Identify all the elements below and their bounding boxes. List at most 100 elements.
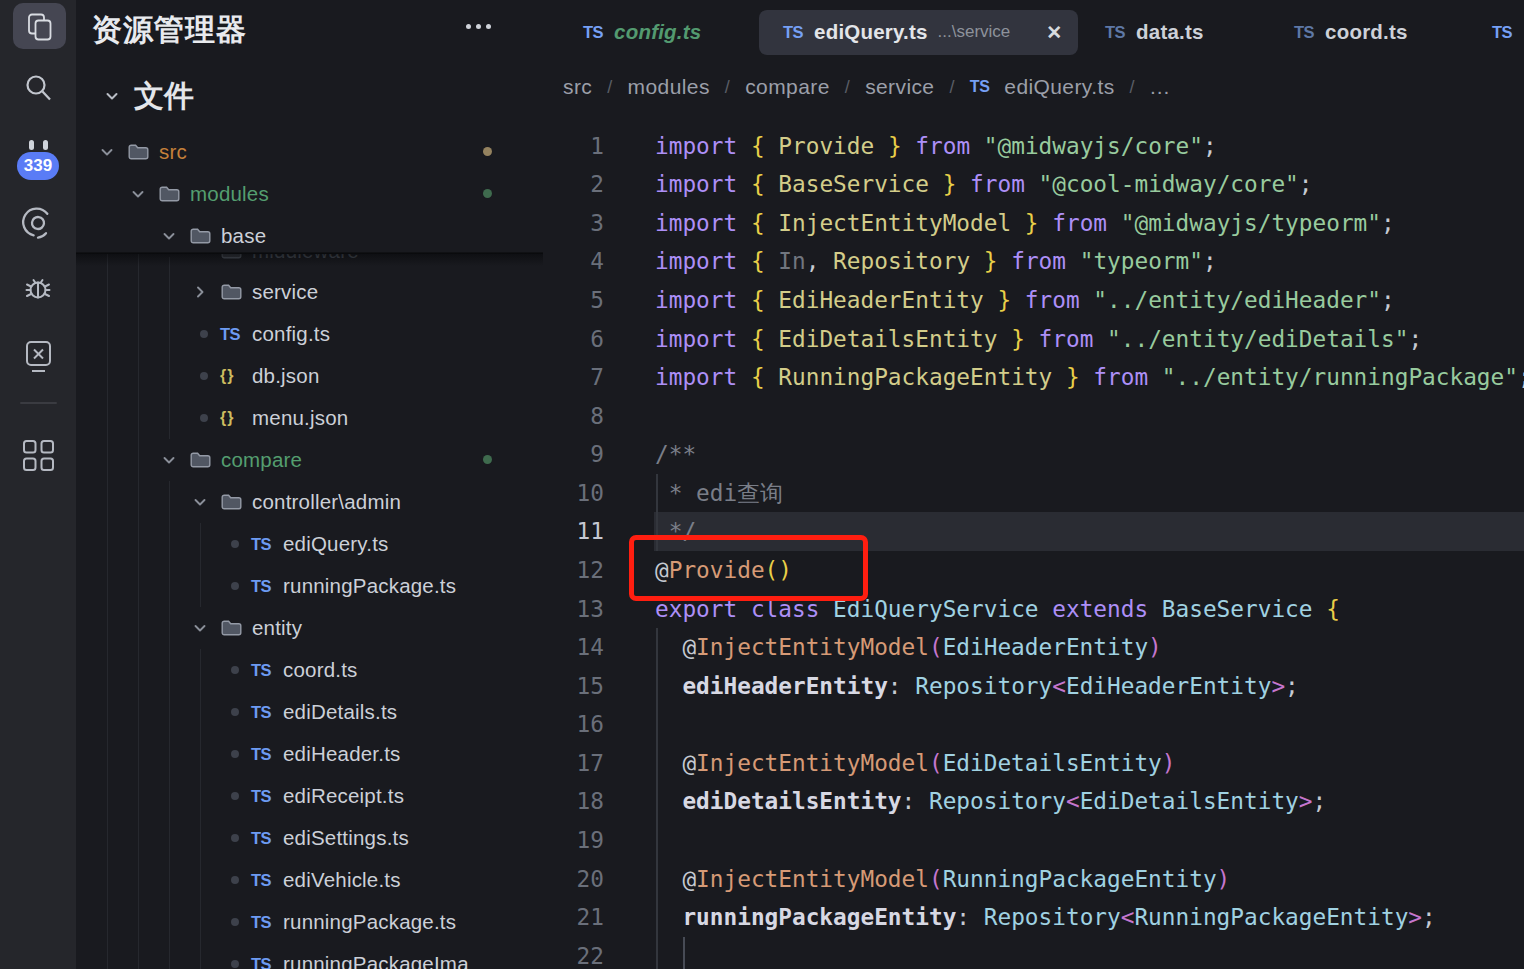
debug-bug-icon[interactable] (21, 272, 55, 306)
tree-file-ediDetails.ts[interactable]: TSediDetails.ts (76, 691, 543, 733)
ts-icon: TS (1105, 23, 1125, 42)
tab-label: ediQuery.ts (814, 20, 927, 44)
tree-folder-src[interactable]: src (76, 131, 543, 173)
line-number: 4 (543, 242, 604, 281)
ts-icon: TS (583, 23, 603, 42)
modified-dot (231, 582, 239, 590)
tree-item-label: base (221, 215, 266, 257)
code-text: @InjectEntityModel(EdiDetailsEntity) (655, 744, 1176, 783)
section-header-files[interactable]: 文件 (76, 74, 543, 118)
chevron-down-icon (99, 144, 115, 160)
explorer-sidebar: 资源管理器 文件 middlewareserviceTSconfig.ts{}d… (76, 0, 543, 969)
tree-folder-base[interactable]: base (76, 215, 543, 257)
ts-icon: TS (970, 78, 989, 96)
tree-file-db.json[interactable]: {}db.json (76, 355, 543, 397)
tree-file-ediQuery.ts[interactable]: TSediQuery.ts (76, 523, 543, 565)
modified-dot (231, 708, 239, 716)
breadcrumb-separator: / (1130, 77, 1135, 98)
tab-config.ts[interactable]: TSconfig.ts (543, 0, 759, 64)
git-status-dot (483, 455, 492, 464)
json-file-icon: {} (220, 355, 234, 397)
tree-item-label: config.ts (252, 313, 330, 355)
breadcrumb-item[interactable]: service (865, 75, 934, 99)
tree-item-label: src (159, 131, 187, 173)
tree-folder-entity[interactable]: entity (76, 607, 543, 649)
ts-file-icon: TS (251, 649, 271, 691)
tree-item-label: ediReceipt.ts (283, 775, 404, 817)
modified-dot (231, 750, 239, 758)
more-actions-icon[interactable] (466, 24, 491, 29)
code-line-2: 2import { BaseService } from "@cool-midw… (543, 165, 1524, 204)
tree-item-label: menu.json (252, 397, 348, 439)
code-line-18: 18 ediDetailsEntity: Repository<EdiDetai… (543, 782, 1524, 821)
line-number: 12 (543, 551, 604, 590)
tree-file-ediHeader.ts[interactable]: TSediHeader.ts (76, 733, 543, 775)
line-number: 16 (543, 705, 604, 744)
tree-file-coord.ts[interactable]: TScoord.ts (76, 649, 543, 691)
tree-file-runningPackage.ts[interactable]: TSrunningPackage.ts (76, 565, 543, 607)
tab-data.ts[interactable]: TSdata.ts (1078, 0, 1270, 64)
ts-file-icon: TS (251, 775, 271, 817)
code-text: import { InjectEntityModel } from "@midw… (655, 204, 1395, 243)
modified-dot (231, 666, 239, 674)
sidebar-title: 资源管理器 (92, 0, 247, 60)
tree-file-ediVehicle.ts[interactable]: TSediVehicle.ts (76, 859, 543, 901)
breadcrumb-file[interactable]: ediQuery.ts (1004, 75, 1114, 99)
breadcrumb-item[interactable]: modules (628, 75, 710, 99)
tree-item-label: entity (252, 607, 302, 649)
breadcrumb-item[interactable]: src (563, 75, 592, 99)
tree-file-runningPackageIma[interactable]: TSrunningPackageIma (76, 943, 543, 969)
line-number: 20 (543, 860, 604, 899)
tab-coord.ts[interactable]: TScoord.ts (1270, 0, 1470, 64)
tab-detail: ...\service (938, 22, 1011, 42)
code-text: ediHeaderEntity: Repository<EdiHeaderEnt… (655, 667, 1299, 706)
tree-file-ediSettings.ts[interactable]: TSediSettings.ts (76, 817, 543, 859)
line-number: 11 (543, 512, 604, 551)
breadcrumb[interactable]: src/modules/compare/service/TSediQuery.t… (563, 64, 1170, 110)
tree-item-label: service (252, 271, 318, 313)
eye-icon[interactable] (20, 204, 56, 240)
line-number: 15 (543, 667, 604, 706)
ts-file-icon: TS (251, 523, 271, 565)
tree-file-menu.json[interactable]: {} menu.json (76, 397, 543, 439)
comments-badge: 339 (17, 152, 59, 180)
line-number: 5 (543, 281, 604, 320)
tab-ediQuery.ts[interactable]: TSediQuery.ts...\service✕ (759, 0, 1078, 64)
annotation-red-box (629, 535, 868, 601)
code-text: import { BaseService } from "@cool-midwa… (655, 165, 1313, 204)
ts-file-icon: TS (251, 733, 271, 775)
json-file-icon: {} (220, 397, 234, 439)
tab-partial[interactable]: TS (1470, 0, 1524, 64)
ts-file-icon: TS (220, 313, 240, 355)
tree-folder-modules[interactable]: modules (76, 173, 543, 215)
tree-folder-controller-admin[interactable]: controller\admin (76, 481, 543, 523)
vscode-window: 339 资源管理器 (0, 0, 1524, 969)
tree-folder-compare[interactable]: compare (76, 439, 543, 481)
sticky-tree-rows: srcmodulesbase (76, 118, 543, 252)
breadcrumb-item[interactable]: compare (745, 75, 830, 99)
modified-dot (231, 960, 239, 968)
code-text: import { Provide } from "@midwayjs/core"… (655, 127, 1217, 166)
breadcrumb-separator: / (725, 77, 730, 98)
tree-file-ediReceipt.ts[interactable]: TS ediReceipt.ts (76, 775, 543, 817)
code-line-9: 9/** (543, 435, 1524, 474)
line-number: 8 (543, 397, 604, 436)
breadcrumb-more[interactable]: ... (1150, 75, 1171, 99)
line-number: 7 (543, 358, 604, 397)
apps-grid-icon[interactable] (22, 439, 55, 472)
tree-folder-service[interactable]: service (76, 271, 543, 313)
monitor-x-icon[interactable] (22, 339, 55, 375)
code-line-8: 8 (543, 397, 1524, 436)
line-number: 18 (543, 782, 604, 821)
tree-file-runningPackage.ts[interactable]: TSrunningPackage.ts (76, 901, 543, 943)
code-line-20: 20 @InjectEntityModel(RunningPackageEnti… (543, 860, 1524, 899)
tree-item-label: ediSettings.ts (283, 817, 409, 859)
modified-dot (231, 834, 239, 842)
tree-file-config.ts[interactable]: TS config.ts (76, 313, 543, 355)
tree-item-label: ediDetails.ts (283, 691, 397, 733)
explorer-icon[interactable] (25, 12, 55, 42)
search-icon[interactable] (22, 72, 55, 105)
ts-file-icon: TS (251, 943, 271, 969)
breadcrumb-separator: / (845, 77, 850, 98)
close-icon[interactable]: ✕ (1046, 21, 1062, 44)
